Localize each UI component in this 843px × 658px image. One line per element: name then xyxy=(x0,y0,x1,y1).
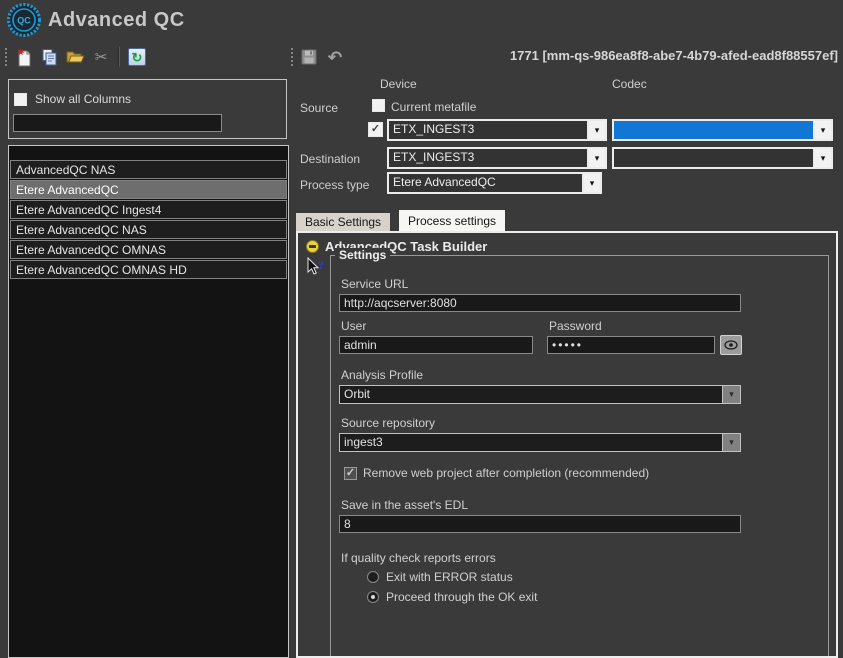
new-document-icon xyxy=(15,48,32,67)
chevron-down-icon[interactable]: ▾ xyxy=(582,174,600,192)
service-url-input[interactable] xyxy=(339,294,741,312)
show-all-columns-checkbox[interactable]: ✓ xyxy=(14,93,27,106)
collapse-icon[interactable] xyxy=(306,240,319,253)
columns-filter-groupbox: ✓ Show all Columns xyxy=(8,79,287,139)
copy-button[interactable] xyxy=(38,46,60,68)
list-item[interactable]: Etere AdvancedQC OMNAS HD xyxy=(10,260,287,279)
toolbar-main: ✂ ↻ xyxy=(4,44,148,70)
remove-web-project-checkbox[interactable]: ✓ xyxy=(344,467,357,480)
exit-error-label: Exit with ERROR status xyxy=(386,570,513,584)
source-repository-label: Source repository xyxy=(341,416,435,430)
exit-error-radio[interactable] xyxy=(367,571,379,583)
save-floppy-icon xyxy=(301,49,317,65)
chevron-down-icon[interactable]: ▾ xyxy=(813,121,831,139)
process-list: AdvancedQC NAS Etere AdvancedQC Etere Ad… xyxy=(8,145,289,658)
svg-text:QC: QC xyxy=(17,16,31,26)
process-type-combobox[interactable]: Etere AdvancedQC ▾ xyxy=(387,172,602,194)
toolbar-grip-handle[interactable] xyxy=(4,47,8,67)
app-logo-qc-icon: QC xyxy=(6,2,42,38)
edl-label: Save in the asset's EDL xyxy=(341,498,468,512)
process-type-label: Process type xyxy=(300,178,369,192)
current-metafile-label: Current metafile xyxy=(391,100,476,114)
exit-error-radio-row: Exit with ERROR status xyxy=(367,570,513,584)
quality-check-label: If quality check reports errors xyxy=(341,551,496,565)
open-folder-icon xyxy=(66,49,85,65)
list-item[interactable]: Etere AdvancedQC OMNAS xyxy=(10,240,287,259)
chevron-down-icon[interactable]: ▾ xyxy=(813,149,831,167)
source-device-combobox[interactable]: ETX_INGEST3 ▾ xyxy=(387,119,607,141)
show-password-button[interactable] xyxy=(720,335,742,355)
current-metafile-checkbox[interactable]: ✓ xyxy=(372,99,385,112)
destination-codec-combobox[interactable]: ▾ xyxy=(612,147,833,169)
save-button[interactable] xyxy=(298,46,320,68)
list-item[interactable]: Etere AdvancedQC xyxy=(10,180,287,199)
source-enabled-checkbox[interactable]: ✓ xyxy=(368,122,383,137)
source-label: Source xyxy=(300,101,338,115)
advanced-qc-window: QC Advanced QC ✂ xyxy=(0,0,843,658)
chevron-down-icon[interactable]: ▾ xyxy=(587,121,605,139)
session-id-text: 1771 [mm-qs-986ea8f8-abe7-4b79-afed-ead8… xyxy=(510,48,838,63)
destination-device-combobox[interactable]: ETX_INGEST3 ▾ xyxy=(387,147,607,169)
new-document-button[interactable] xyxy=(12,46,34,68)
service-url-label: Service URL xyxy=(341,277,408,291)
eye-icon xyxy=(724,340,738,350)
destination-label: Destination xyxy=(300,152,360,166)
toolbar-edit: ↶ xyxy=(290,44,346,70)
chevron-down-icon[interactable]: ▾ xyxy=(587,149,605,167)
edl-input[interactable] xyxy=(339,515,741,533)
open-folder-button[interactable] xyxy=(64,46,86,68)
analysis-profile-combobox[interactable]: Orbit ▾ xyxy=(339,385,741,404)
copy-icon xyxy=(40,48,58,66)
scissors-icon: ✂ xyxy=(95,48,108,66)
tab-basic-settings[interactable]: Basic Settings xyxy=(296,213,390,231)
task-builder-header: AdvancedQC Task Builder xyxy=(306,239,487,254)
svg-text:?: ? xyxy=(318,258,324,272)
chevron-down-icon[interactable]: ▾ xyxy=(722,386,740,403)
user-input[interactable] xyxy=(339,336,533,354)
cut-button[interactable]: ✂ xyxy=(90,46,112,68)
help-cursor-icon: ? xyxy=(306,257,326,277)
refresh-icon: ↻ xyxy=(128,48,146,66)
password-input[interactable] xyxy=(547,336,715,354)
proceed-ok-radio[interactable] xyxy=(367,591,379,603)
proceed-ok-label: Proceed through the OK exit xyxy=(386,590,537,604)
source-repository-combobox[interactable]: ingest3 ▾ xyxy=(339,433,741,452)
proceed-ok-radio-row: Proceed through the OK exit xyxy=(367,590,537,604)
list-item[interactable]: AdvancedQC NAS xyxy=(10,160,287,179)
toolbar-separator xyxy=(118,47,120,67)
process-settings-tabpage: AdvancedQC Task Builder ? Settings Servi… xyxy=(296,231,838,658)
show-all-columns-label: Show all Columns xyxy=(35,92,131,106)
undo-button[interactable]: ↶ xyxy=(324,46,346,68)
page-title: Advanced QC xyxy=(48,9,185,32)
source-codec-combobox[interactable]: ▾ xyxy=(612,119,833,141)
toolbar-grip-handle-2[interactable] xyxy=(290,47,294,67)
remove-web-project-row: ✓ Remove web project after completion (r… xyxy=(344,466,649,480)
settings-group-title: Settings xyxy=(335,248,390,262)
undo-icon: ↶ xyxy=(328,49,342,66)
chevron-down-icon[interactable]: ▾ xyxy=(722,434,740,451)
device-column-header: Device xyxy=(380,77,417,91)
list-item[interactable]: Etere AdvancedQC NAS xyxy=(10,220,287,239)
password-label: Password xyxy=(549,319,602,333)
list-item[interactable]: Etere AdvancedQC Ingest4 xyxy=(10,200,287,219)
codec-column-header: Codec xyxy=(612,77,647,91)
analysis-profile-label: Analysis Profile xyxy=(341,368,423,382)
user-label: User xyxy=(341,319,366,333)
refresh-button[interactable]: ↻ xyxy=(126,46,148,68)
tab-process-settings[interactable]: Process settings xyxy=(399,210,505,231)
remove-web-project-label: Remove web project after completion (rec… xyxy=(363,466,649,480)
process-filter-input[interactable] xyxy=(13,114,222,132)
settings-groupbox: Settings Service URL User Password Analy… xyxy=(330,255,829,658)
